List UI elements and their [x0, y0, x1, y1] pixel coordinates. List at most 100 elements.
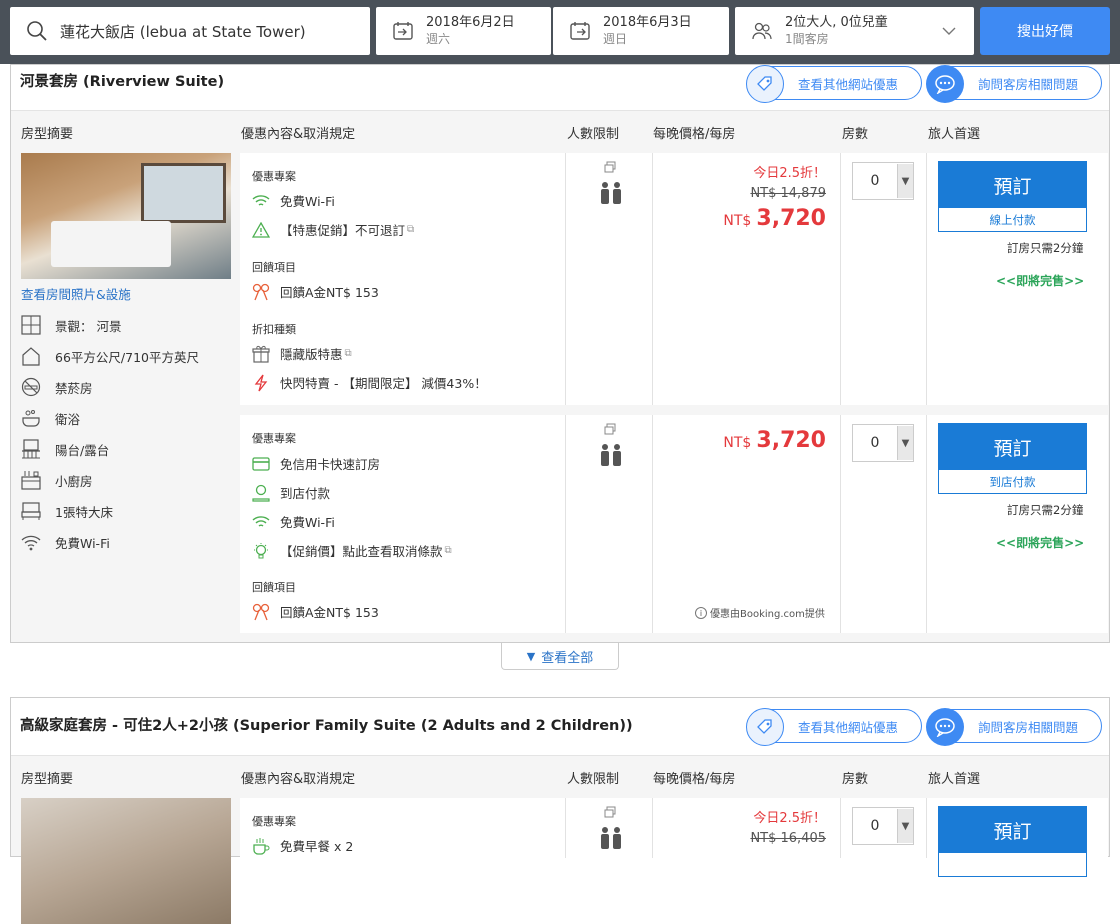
payment-method: 線上付款	[989, 213, 1036, 227]
book-button[interactable]: 預訂	[938, 806, 1087, 877]
two-persons-icon	[601, 444, 621, 466]
room-count-select[interactable]: 0 ▼	[852, 162, 914, 200]
currency: NT$	[723, 213, 752, 229]
bath-icon	[22, 410, 40, 427]
kitchen-icon	[21, 471, 41, 490]
amenity-bed: 1張特大床	[21, 501, 113, 521]
col-price: 每晚價格/每房	[653, 772, 736, 787]
chevron-down-icon	[942, 27, 956, 35]
other-sites-label: 查看其他網站優惠	[798, 76, 899, 92]
offer-row: 優惠專案 免信用卡快速訂房 到店付款 免費Wi-Fi 【促銷價】點此查看取消條款…	[240, 415, 1108, 633]
credit-card-icon	[252, 456, 270, 471]
col-price: 每晚價格/每房	[653, 127, 736, 142]
other-sites-label: 查看其他網站優惠	[798, 719, 899, 735]
ask-label: 詢問客房相關問題	[978, 719, 1079, 735]
amenity-label: 景觀： 河景	[55, 318, 122, 334]
amenity-size: 66平方公尺/710平方英尺	[21, 346, 199, 366]
col-rooms: 房數	[842, 127, 869, 142]
offer-wifi: 免費Wi-Fi	[252, 512, 335, 531]
calendar-checkout-icon	[570, 22, 590, 40]
selling-out-notice: <<即將完售>>	[996, 274, 1085, 288]
room-photo[interactable]	[21, 798, 231, 924]
room-count-value: 0	[870, 818, 880, 834]
col-choice: 旅人首選	[928, 772, 981, 787]
offer-label: 免費早餐 x 2	[280, 839, 354, 854]
col-offers: 優惠內容&取消規定	[241, 127, 356, 142]
offer-label: 免費Wi-Fi	[280, 194, 335, 209]
cashback-section-title: 回饋項目	[252, 261, 296, 274]
other-sites-deals-button[interactable]: 查看其他網站優惠	[746, 65, 922, 103]
house-icon	[22, 347, 40, 366]
booking-provider-label: 優惠由Booking.com提供	[710, 609, 825, 620]
checkin-date: 2018年6月2日	[426, 15, 515, 30]
price-value: 3,720	[756, 428, 826, 453]
room-photos-link[interactable]: 查看房間照片&設施	[21, 284, 131, 303]
amenity-bath: 衛浴	[21, 408, 80, 428]
show-all-button[interactable]: ▼ 查看全部	[501, 643, 619, 670]
book-label: 預訂	[939, 424, 1086, 470]
select-arrow-icon: ▼	[897, 164, 913, 198]
col-room-summary: 房型摘要	[21, 772, 74, 787]
offer-label: 到店付款	[280, 486, 331, 501]
offer-label: 隱藏版特惠	[280, 347, 343, 362]
amenity-label: 陽台/露台	[55, 442, 110, 458]
offer-no-card: 免信用卡快速訂房	[252, 454, 380, 473]
room-photo[interactable]	[21, 153, 231, 279]
search-bar: 蓮花大飯店 (lebua at State Tower) 2018年6月2日 週六…	[0, 0, 1120, 64]
room-count-select[interactable]: 0 ▼	[852, 807, 914, 845]
wifi-icon	[21, 535, 41, 551]
guests-field[interactable]: 2位大人, 0位兒童 1間客房	[735, 7, 974, 55]
checkin-day: 週六	[426, 32, 451, 46]
col-occupancy: 人數限制	[567, 127, 620, 142]
rooms-count: 1間客房	[785, 32, 829, 46]
chat-icon	[926, 65, 964, 103]
select-arrow-icon: ▼	[897, 426, 913, 460]
amenity-label: 免費Wi-Fi	[55, 535, 110, 551]
room-count-value: 0	[870, 173, 880, 189]
selling-out-notice: <<即將完售>>	[996, 536, 1085, 550]
book-label: 預訂	[939, 807, 1086, 853]
book-label: 預訂	[939, 162, 1086, 208]
offer-row: 優惠專案 免費早餐 x 2 今日2.5折！ NT$ 16,405 0 ▼ 預訂	[240, 798, 1108, 877]
original-price: NT$ 14,879	[750, 186, 826, 201]
discount-badge: 今日2.5折！	[753, 811, 826, 826]
checkout-date: 2018年6月3日	[603, 15, 692, 30]
current-price: NT$ 3,720	[723, 206, 826, 231]
wifi-icon	[252, 194, 270, 206]
tag-icon	[746, 708, 784, 746]
guests-icon	[752, 22, 772, 40]
search-button[interactable]: 搜出好價	[980, 7, 1110, 55]
info-icon: i	[695, 606, 707, 619]
book-button[interactable]: 預訂 線上付款	[938, 161, 1087, 232]
offer-promo[interactable]: 【促銷價】點此查看取消條款 ⧉	[252, 541, 452, 560]
room-title: 高級家庭套房 - 可住2人+2小孩 (Superior Family Suite…	[20, 718, 633, 734]
discount-badge: 今日2.5折！	[753, 166, 826, 181]
offer-cashback: 回饋A金NT$ 153	[252, 282, 379, 301]
room-count-select[interactable]: 0 ▼	[852, 424, 914, 462]
offer-label: 回饋A金NT$ 153	[280, 605, 379, 620]
balcony-icon	[22, 439, 40, 459]
offer-breakfast: 免費早餐 x 2	[252, 836, 353, 855]
offer-promo[interactable]: 【特惠促銷】不可退訂 ⧉	[252, 220, 414, 239]
checkout-field[interactable]: 2018年6月3日 週日	[553, 7, 729, 55]
amenity-label: 禁菸房	[55, 380, 93, 396]
occupancy-info-icon	[604, 423, 616, 435]
price-value: 3,720	[756, 206, 826, 231]
guests-count: 2位大人, 0位兒童	[785, 15, 888, 30]
deal-section-title: 優惠專案	[252, 170, 296, 183]
hotel-search-field[interactable]: 蓮花大飯店 (lebua at State Tower)	[10, 7, 370, 55]
col-offers: 優惠內容&取消規定	[241, 772, 356, 787]
occupancy-info-icon	[604, 806, 616, 818]
col-occupancy: 人數限制	[567, 772, 620, 787]
checkin-field[interactable]: 2018年6月2日 週六	[376, 7, 551, 55]
ask-room-question-button[interactable]: 詢問客房相關問題	[926, 65, 1102, 103]
other-sites-deals-button[interactable]: 查看其他網站優惠	[746, 708, 922, 746]
external-link-icon: ⧉	[407, 224, 415, 235]
amenity-balcony: 陽台/露台	[21, 439, 109, 459]
select-arrow-icon: ▼	[897, 809, 913, 843]
book-button[interactable]: 預訂 到店付款	[938, 423, 1087, 494]
col-rooms: 房數	[842, 772, 869, 787]
ask-room-question-button[interactable]: 詢問客房相關問題	[926, 708, 1102, 746]
discount-section-title: 折扣種類	[252, 323, 296, 336]
offer-hidden-deal[interactable]: 隱藏版特惠 ⧉	[252, 344, 352, 363]
